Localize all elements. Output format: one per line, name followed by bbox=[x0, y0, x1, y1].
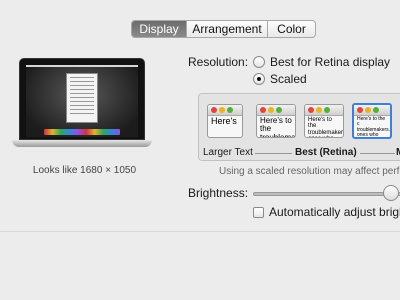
segmented-tabs: Display Arrangement Color bbox=[131, 20, 316, 38]
scale-option-selected[interactable]: Here's to the c troublemakers. ones who … bbox=[352, 103, 392, 139]
scale-preview-text: Here's to the troublemakers bbox=[260, 116, 296, 138]
larger-text-label: Larger Text bbox=[203, 147, 253, 158]
tab-arrangement[interactable]: Arrangement bbox=[187, 21, 268, 37]
resolution-label: Resolution: bbox=[188, 55, 249, 69]
laptop-base bbox=[12, 140, 152, 147]
radio-best-for-retina[interactable]: Best for Retina display bbox=[253, 55, 390, 69]
tab-display[interactable]: Display bbox=[132, 21, 187, 37]
radio-button-checked[interactable] bbox=[253, 73, 265, 85]
best-retina-label: Best (Retina) bbox=[292, 147, 360, 158]
radio-label: Best for Retina display bbox=[270, 55, 391, 69]
scale-option-2[interactable]: Here's to the troublemakers bbox=[256, 104, 296, 138]
laptop-lid bbox=[19, 58, 145, 140]
window-buttons-icon bbox=[257, 105, 295, 116]
auto-brightness-checkbox-row[interactable]: Automatically adjust bright bbox=[253, 205, 400, 219]
scale-preview-text: Here's bbox=[211, 116, 237, 126]
brightness-label: Brightness: bbox=[188, 186, 249, 200]
dock bbox=[44, 129, 120, 135]
radio-label: Scaled bbox=[270, 72, 307, 86]
tab-color[interactable]: Color bbox=[268, 21, 315, 37]
auto-brightness-label: Automatically adjust bright bbox=[269, 205, 400, 219]
radio-button[interactable] bbox=[253, 56, 265, 68]
window-buttons-icon bbox=[354, 105, 390, 116]
radio-scaled[interactable]: Scaled bbox=[253, 72, 307, 86]
brightness-slider-track[interactable] bbox=[253, 192, 400, 196]
scaled-warning-text: Using a scaled resolution may affect per… bbox=[219, 166, 400, 177]
window-buttons-icon bbox=[305, 105, 343, 116]
display-preview-laptop bbox=[12, 58, 152, 153]
document-window bbox=[66, 73, 98, 123]
more-space-label: M bbox=[396, 147, 400, 158]
scale-option-best-retina[interactable]: Here's to the troublemakers, ones who se… bbox=[304, 104, 344, 138]
section-divider bbox=[0, 231, 400, 232]
brightness-slider-knob[interactable] bbox=[383, 185, 399, 201]
menubar-strip bbox=[26, 65, 138, 67]
preview-caption: Looks like 1680 × 1050 bbox=[32, 165, 137, 176]
auto-brightness-checkbox[interactable] bbox=[253, 206, 264, 218]
window-buttons-icon bbox=[208, 105, 242, 116]
laptop-screen bbox=[26, 65, 138, 137]
scale-option-larger-text[interactable]: Here's bbox=[207, 104, 243, 138]
scale-preview-text: Here's to the troublemakers, ones who se… bbox=[308, 117, 344, 137]
scale-preview-text: Here's to the c troublemakers. ones who … bbox=[357, 116, 391, 138]
